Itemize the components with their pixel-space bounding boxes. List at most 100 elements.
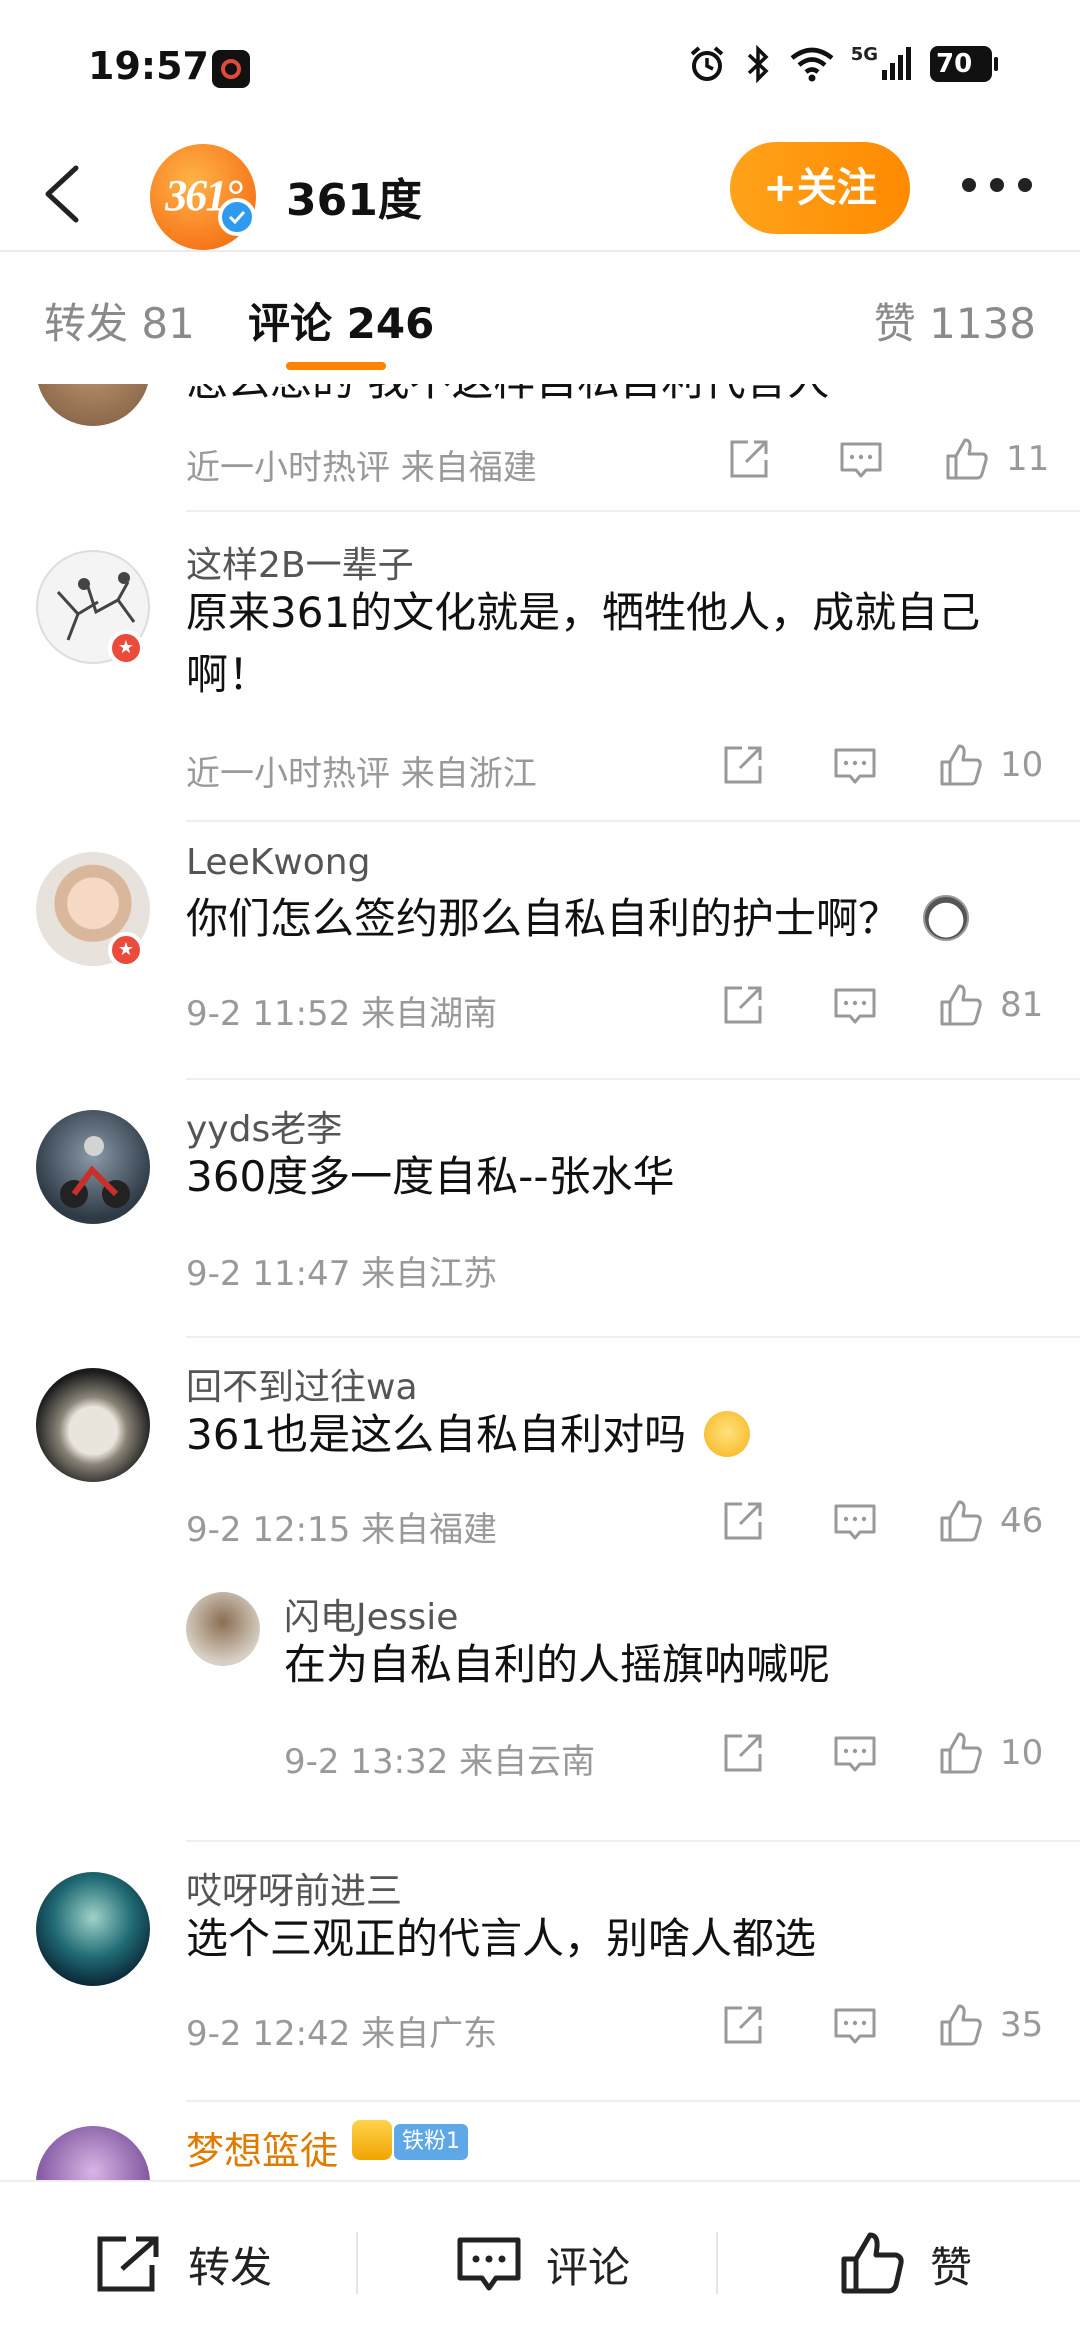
thumbs-up-icon bbox=[946, 438, 988, 480]
comment-actions: 46 bbox=[720, 1496, 1044, 1546]
comment-actions: 81 bbox=[720, 980, 1044, 1030]
comment-meta: 9-2 11:47 来自江苏 bbox=[186, 1254, 498, 1294]
tab-like[interactable]: 赞 1138 bbox=[874, 290, 1036, 351]
user-avatar[interactable] bbox=[36, 1110, 150, 1224]
comment-meta: 近一小时热评 来自福建 bbox=[186, 448, 537, 488]
verified-badge-icon bbox=[218, 198, 256, 236]
comment-text: 怎么想的 我不这样自私自利代言人 bbox=[186, 384, 1036, 412]
comment-item: 梦想篮徒 铁粉1 bbox=[0, 2102, 1080, 2180]
back-arrow-icon[interactable] bbox=[36, 162, 96, 226]
like-button[interactable]: 81 bbox=[938, 982, 1044, 1028]
share-button[interactable] bbox=[726, 436, 772, 482]
comment-icon bbox=[834, 748, 876, 784]
tab-repost[interactable]: 转发 81 bbox=[44, 290, 195, 351]
comment-meta: 近一小时热评 来自浙江 bbox=[186, 754, 537, 794]
reply-button[interactable] bbox=[832, 982, 878, 1028]
repost-icon bbox=[97, 2236, 159, 2292]
like-count: 10 bbox=[1000, 745, 1044, 785]
bottom-like-button[interactable]: 赞 bbox=[840, 2182, 972, 2344]
user-avatar[interactable] bbox=[36, 1872, 150, 1986]
share-button[interactable] bbox=[720, 742, 766, 788]
comment-meta: 9-2 11:52 来自湖南 bbox=[186, 994, 498, 1034]
profile-header: 361° 361度 +关注 bbox=[0, 136, 1080, 252]
bottom-like-label: 赞 bbox=[930, 2242, 973, 2292]
like-button[interactable]: 11 bbox=[944, 436, 1050, 482]
comment-item: 回不到过往wa 361也是这么自私自利对吗 9-2 12:15 来自福建 46 … bbox=[0, 1338, 1080, 1844]
share-icon bbox=[730, 440, 768, 478]
thumbs-up-icon bbox=[940, 1732, 982, 1774]
notification-app-icon bbox=[212, 50, 250, 88]
like-count: 46 bbox=[1000, 1501, 1044, 1541]
thumbs-up-icon bbox=[940, 2004, 982, 2046]
comment-username[interactable]: 梦想篮徒 bbox=[186, 2120, 338, 2175]
reply-button[interactable] bbox=[832, 2002, 878, 2048]
reply-button[interactable] bbox=[832, 1498, 878, 1544]
reply-username[interactable]: 闪电Jessie bbox=[284, 1588, 458, 1640]
user-avatar[interactable] bbox=[36, 1368, 150, 1482]
share-button[interactable] bbox=[720, 1730, 766, 1776]
alarm-icon bbox=[690, 46, 723, 81]
like-button[interactable]: 35 bbox=[938, 2002, 1044, 2048]
bottom-comment-button[interactable]: 评论 bbox=[456, 2182, 630, 2344]
comment-text: 你们怎么签约那么自私自利的护士啊？ bbox=[186, 888, 1036, 950]
comment-username[interactable]: LeeKwong bbox=[186, 842, 370, 883]
reply-button[interactable] bbox=[832, 1730, 878, 1776]
comment-username[interactable]: yyds老李 bbox=[186, 1100, 342, 1152]
comment-text: 原来361的文化就是，牺牲他人，成就自己啊！ bbox=[186, 588, 981, 699]
tab-bar: 转发 81 评论 246 赞 1138 bbox=[0, 252, 1080, 384]
follow-button[interactable]: +关注 bbox=[730, 142, 910, 234]
status-time: 19:57 bbox=[88, 44, 209, 88]
user-avatar[interactable] bbox=[36, 384, 150, 426]
reply-text: 在为自私自利的人摇旗呐喊呢 bbox=[284, 1640, 831, 1689]
user-avatar[interactable] bbox=[36, 2126, 150, 2180]
comment-icon bbox=[834, 2008, 876, 2044]
wifi-icon bbox=[790, 47, 834, 82]
comment-username[interactable]: 回不到过往wa bbox=[186, 1358, 418, 1410]
comment-actions: 10 bbox=[720, 740, 1044, 790]
reply-meta: 9-2 13:32 来自云南 bbox=[284, 1742, 596, 1782]
network-type-label: 5G bbox=[850, 44, 878, 65]
comment-item: 哎呀呀前进三 选个三观正的代言人，别啥人都选 9-2 12:42 来自广东 35 bbox=[0, 1842, 1080, 2102]
more-options-icon[interactable] bbox=[962, 178, 1032, 198]
like-button[interactable]: 10 bbox=[938, 742, 1044, 788]
thumbs-up-icon bbox=[940, 984, 982, 1026]
like-button[interactable]: 10 bbox=[938, 1730, 1044, 1776]
comment-text: 361也是这么自私自利对吗 bbox=[186, 1404, 1036, 1466]
comment-icon bbox=[834, 988, 876, 1024]
comment-item: 这样2B一辈子 原来361的文化就是，牺牲他人，成就自己啊！ 近一小时热评 来自… bbox=[0, 512, 1080, 822]
share-icon bbox=[724, 1734, 762, 1772]
comment-item: LeeKwong 你们怎么签约那么自私自利的护士啊？ 9-2 11:52 来自湖… bbox=[0, 822, 1080, 1082]
vip-badge-icon bbox=[108, 630, 144, 666]
like-count: 11 bbox=[1006, 439, 1050, 479]
share-icon bbox=[724, 746, 762, 784]
share-button[interactable] bbox=[720, 1498, 766, 1544]
status-bar: 19:57 5G 70 bbox=[0, 0, 1080, 136]
like-count: 10 bbox=[1000, 1733, 1044, 1773]
comment-text: 360度多一度自私--张水华 bbox=[186, 1152, 675, 1201]
share-button[interactable] bbox=[720, 2002, 766, 2048]
signal-icon bbox=[882, 47, 911, 80]
comment-text-body: 361也是这么自私自利对吗 bbox=[186, 1410, 687, 1459]
like-button[interactable]: 46 bbox=[938, 1498, 1044, 1544]
bottom-repost-button[interactable]: 转发 bbox=[96, 2182, 272, 2344]
comment-username[interactable]: 这样2B一辈子 bbox=[186, 536, 414, 588]
comment-actions: 35 bbox=[720, 2000, 1044, 2050]
comment-text-body: 你们怎么签约那么自私自利的护士啊？ bbox=[186, 894, 901, 943]
share-icon bbox=[724, 2006, 762, 2044]
comment-icon bbox=[834, 1504, 876, 1540]
thinking-emoji-icon bbox=[703, 1411, 750, 1457]
reply-actions: 10 bbox=[720, 1728, 1044, 1778]
active-tab-indicator bbox=[286, 362, 386, 370]
thumbs-up-icon bbox=[940, 1500, 982, 1542]
fan-crown-icon bbox=[352, 2120, 392, 2160]
comment-username[interactable]: 哎呀呀前进三 bbox=[186, 1862, 402, 1914]
bluetooth-icon bbox=[747, 44, 769, 84]
share-button[interactable] bbox=[720, 982, 766, 1028]
tab-comment[interactable]: 评论 246 bbox=[248, 290, 434, 351]
comment-list: 怎么想的 我不这样自私自利代言人 近一小时热评 来自福建 11 这样2B一辈子 bbox=[0, 384, 1080, 2180]
reply-button[interactable] bbox=[832, 742, 878, 788]
reply-button[interactable] bbox=[838, 436, 884, 482]
reply-user-avatar[interactable] bbox=[186, 1592, 260, 1666]
profile-name[interactable]: 361度 bbox=[286, 164, 422, 228]
motorcycle-image bbox=[60, 1136, 130, 1208]
